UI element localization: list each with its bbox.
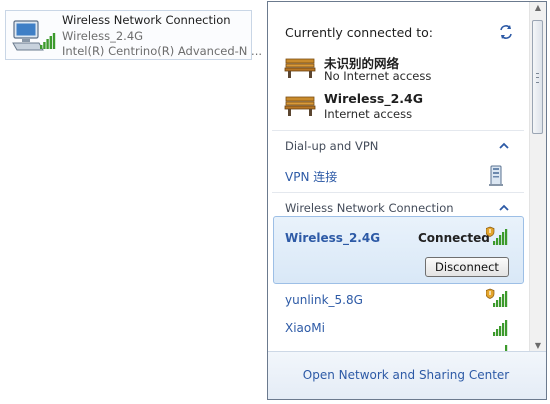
open-network-sharing-center-link[interactable]: Open Network and Sharing Center (268, 368, 544, 382)
current-connection-status: No Internet access (324, 69, 432, 83)
network-name[interactable]: XiaoMi (285, 321, 325, 335)
currently-connected-header: Currently connected to: (285, 25, 433, 40)
scroll-down-arrow-icon[interactable]: ▼ (530, 341, 546, 350)
network-popup: Currently connected to: 未识别的网络 No Intern… (267, 1, 547, 400)
adapter-name: Wireless Network Connection (62, 13, 231, 27)
vpn-connection-item[interactable]: VPN 连接 (285, 168, 337, 185)
scrollbar[interactable]: ▲ ▼ (529, 2, 546, 351)
scroll-up-arrow-icon[interactable]: ▲ (530, 3, 546, 12)
section-divider (272, 192, 524, 193)
secured-signal-strength-icon (486, 288, 508, 307)
adapter-ssid: Wireless_2.4G (62, 28, 144, 43)
secured-signal-strength-icon (486, 226, 508, 245)
current-connection-unidentified: 未识别的网络 No Internet access (282, 52, 502, 88)
network-adapter-icon (12, 20, 56, 51)
section-title-dialup[interactable]: Dial-up and VPN (285, 139, 378, 153)
disconnect-button[interactable]: Disconnect (425, 257, 509, 277)
collapse-chevron-icon[interactable] (499, 142, 509, 150)
section-title-wireless[interactable]: Wireless Network Connection (285, 201, 454, 215)
vpn-icon (489, 165, 503, 186)
current-connection-status: Internet access (324, 107, 413, 121)
wireless-adapter-card[interactable]: Wireless Network Connection Wireless_2.4… (5, 10, 262, 60)
refresh-icon[interactable] (498, 24, 514, 40)
popup-footer: Open Network and Sharing Center (268, 351, 546, 399)
signal-strength-icon (493, 320, 508, 336)
scroll-grip-icon (536, 73, 539, 83)
bench-icon (284, 58, 316, 78)
section-divider (272, 130, 524, 131)
network-name[interactable]: Wireless_2.4G (285, 231, 380, 245)
collapse-chevron-icon[interactable] (499, 204, 509, 212)
current-connection-wireless: Wireless_2.4G Internet access (282, 90, 502, 126)
current-connection-name: Wireless_2.4G (324, 91, 424, 106)
network-name[interactable]: yunlink_5.8G (285, 293, 363, 307)
connection-status: Connected (418, 231, 490, 245)
scroll-thumb[interactable] (532, 20, 543, 134)
adapter-device: Intel(R) Centrino(R) Advanced-N ... (62, 44, 263, 58)
bench-icon (284, 96, 316, 116)
